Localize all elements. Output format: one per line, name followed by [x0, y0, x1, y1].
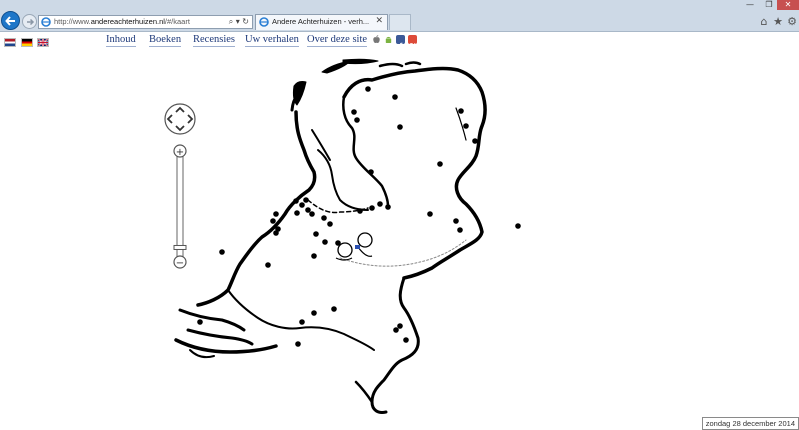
- flag-de-icon[interactable]: [21, 38, 33, 47]
- back-arrow-icon: [5, 16, 15, 26]
- netherlands-map[interactable]: [0, 48, 799, 430]
- menu-inhoud[interactable]: Inhoud: [106, 34, 136, 47]
- location-marker[interactable]: [377, 201, 383, 207]
- zoom-slider-thumb[interactable]: [173, 244, 187, 250]
- apple-icon[interactable]: [372, 35, 381, 44]
- island-terschelling: [342, 58, 379, 65]
- location-marker[interactable]: [393, 327, 399, 333]
- close-window-button[interactable]: ✕: [777, 0, 799, 10]
- android-icon[interactable]: [384, 35, 393, 44]
- location-marker[interactable]: [299, 202, 305, 208]
- island-schiermonnikoog: [404, 61, 422, 66]
- ie-page-icon: [41, 17, 51, 27]
- tab-title: Andere Achterhuizen - verh...: [272, 17, 370, 26]
- location-marker[interactable]: [299, 319, 305, 325]
- flag-gb-icon[interactable]: [37, 38, 49, 47]
- location-marker[interactable]: [385, 204, 391, 210]
- flag-nl-icon[interactable]: [4, 38, 16, 47]
- zoom-slider-track[interactable]: [176, 154, 184, 260]
- settings-icon[interactable]: ⚙: [785, 15, 799, 28]
- location-marker[interactable]: [331, 306, 337, 312]
- location-marker[interactable]: [365, 86, 371, 92]
- forward-arrow-icon: [27, 18, 35, 26]
- zeeland-island-1: [178, 308, 246, 332]
- location-marker[interactable]: [368, 169, 374, 175]
- location-marker[interactable]: [403, 337, 409, 343]
- location-marker[interactable]: [427, 211, 433, 217]
- zeeland-island-2: [186, 328, 254, 346]
- facebook-icon[interactable]: [396, 35, 405, 50]
- location-marker[interactable]: [265, 262, 271, 268]
- ie-tab-icon: [259, 17, 269, 27]
- browser-chrome: http://www.andereachterhuizen.nl/#/kaart…: [0, 0, 799, 32]
- address-tools-icons[interactable]: ⌕ ▾ ↻: [229, 17, 249, 27]
- location-marker[interactable]: [327, 221, 333, 227]
- location-marker[interactable]: [322, 239, 328, 245]
- coastline-limburg: [370, 276, 420, 414]
- location-marker[interactable]: [313, 231, 319, 237]
- location-marker[interactable]: [305, 207, 311, 213]
- forward-button[interactable]: [22, 14, 37, 29]
- location-marker[interactable]: [219, 249, 225, 255]
- location-marker[interactable]: [321, 215, 327, 221]
- location-marker[interactable]: [397, 124, 403, 130]
- address-bar[interactable]: http://www.andereachterhuizen.nl/#/kaart…: [38, 15, 253, 29]
- location-marker[interactable]: [270, 218, 276, 224]
- date-stamp: zondag 28 december 2014: [701, 417, 799, 430]
- coastline-holland: [196, 110, 317, 307]
- location-marker[interactable]: [293, 198, 299, 204]
- location-marker[interactable]: [369, 205, 375, 211]
- new-tab-button[interactable]: [389, 14, 411, 30]
- limburg-tip: [354, 380, 374, 404]
- location-marker[interactable]: [392, 94, 398, 100]
- tab-andere-achterhuizen[interactable]: Andere Achterhuizen - verh... ✕: [255, 14, 388, 30]
- coast-noord-holland-east: [311, 129, 331, 161]
- location-marker[interactable]: [294, 210, 300, 216]
- children-illustration-icon: [335, 232, 373, 261]
- location-marker[interactable]: [273, 230, 279, 236]
- location-marker[interactable]: [295, 341, 301, 347]
- location-marker[interactable]: [311, 310, 317, 316]
- island-ameland: [378, 62, 404, 68]
- home-icon[interactable]: ⌂: [757, 15, 771, 28]
- menu-over-deze-site[interactable]: Over deze site: [307, 34, 368, 47]
- location-marker[interactable]: [354, 117, 360, 123]
- map-navigation-control[interactable]: + −: [162, 103, 198, 273]
- google-plus-icon[interactable]: [408, 35, 417, 49]
- location-marker[interactable]: [463, 123, 469, 129]
- location-marker[interactable]: [453, 218, 459, 224]
- zoom-out-label: −: [176, 258, 184, 269]
- back-button[interactable]: [1, 11, 20, 30]
- location-marker[interactable]: [335, 240, 341, 246]
- zoom-in-label: +: [176, 147, 184, 158]
- location-marker[interactable]: [397, 323, 403, 329]
- location-marker[interactable]: [458, 108, 464, 114]
- coast-friesland-west: [342, 95, 390, 208]
- location-marker[interactable]: [437, 161, 443, 167]
- location-marker[interactable]: [311, 253, 317, 259]
- coast-ijsselmeer-west: [317, 149, 369, 211]
- menu-boeken[interactable]: Boeken: [149, 34, 182, 47]
- menu-recensies[interactable]: Recensies: [193, 34, 235, 47]
- location-marker[interactable]: [357, 208, 363, 214]
- location-marker[interactable]: [273, 211, 279, 217]
- location-marker[interactable]: [303, 197, 309, 203]
- menu-uw-verhalen[interactable]: Uw verhalen: [245, 34, 299, 47]
- location-marker[interactable]: [472, 138, 478, 144]
- location-marker[interactable]: [351, 109, 357, 115]
- location-marker[interactable]: [457, 227, 463, 233]
- location-marker[interactable]: [515, 223, 521, 229]
- address-url[interactable]: http://www.andereachterhuizen.nl/#/kaart: [54, 17, 190, 26]
- favorites-icon[interactable]: ★: [771, 15, 785, 28]
- union-jack-cross: [38, 39, 48, 46]
- tab-close-icon[interactable]: ✕: [375, 16, 383, 26]
- location-marker[interactable]: [197, 319, 203, 325]
- location-marker[interactable]: [309, 211, 315, 217]
